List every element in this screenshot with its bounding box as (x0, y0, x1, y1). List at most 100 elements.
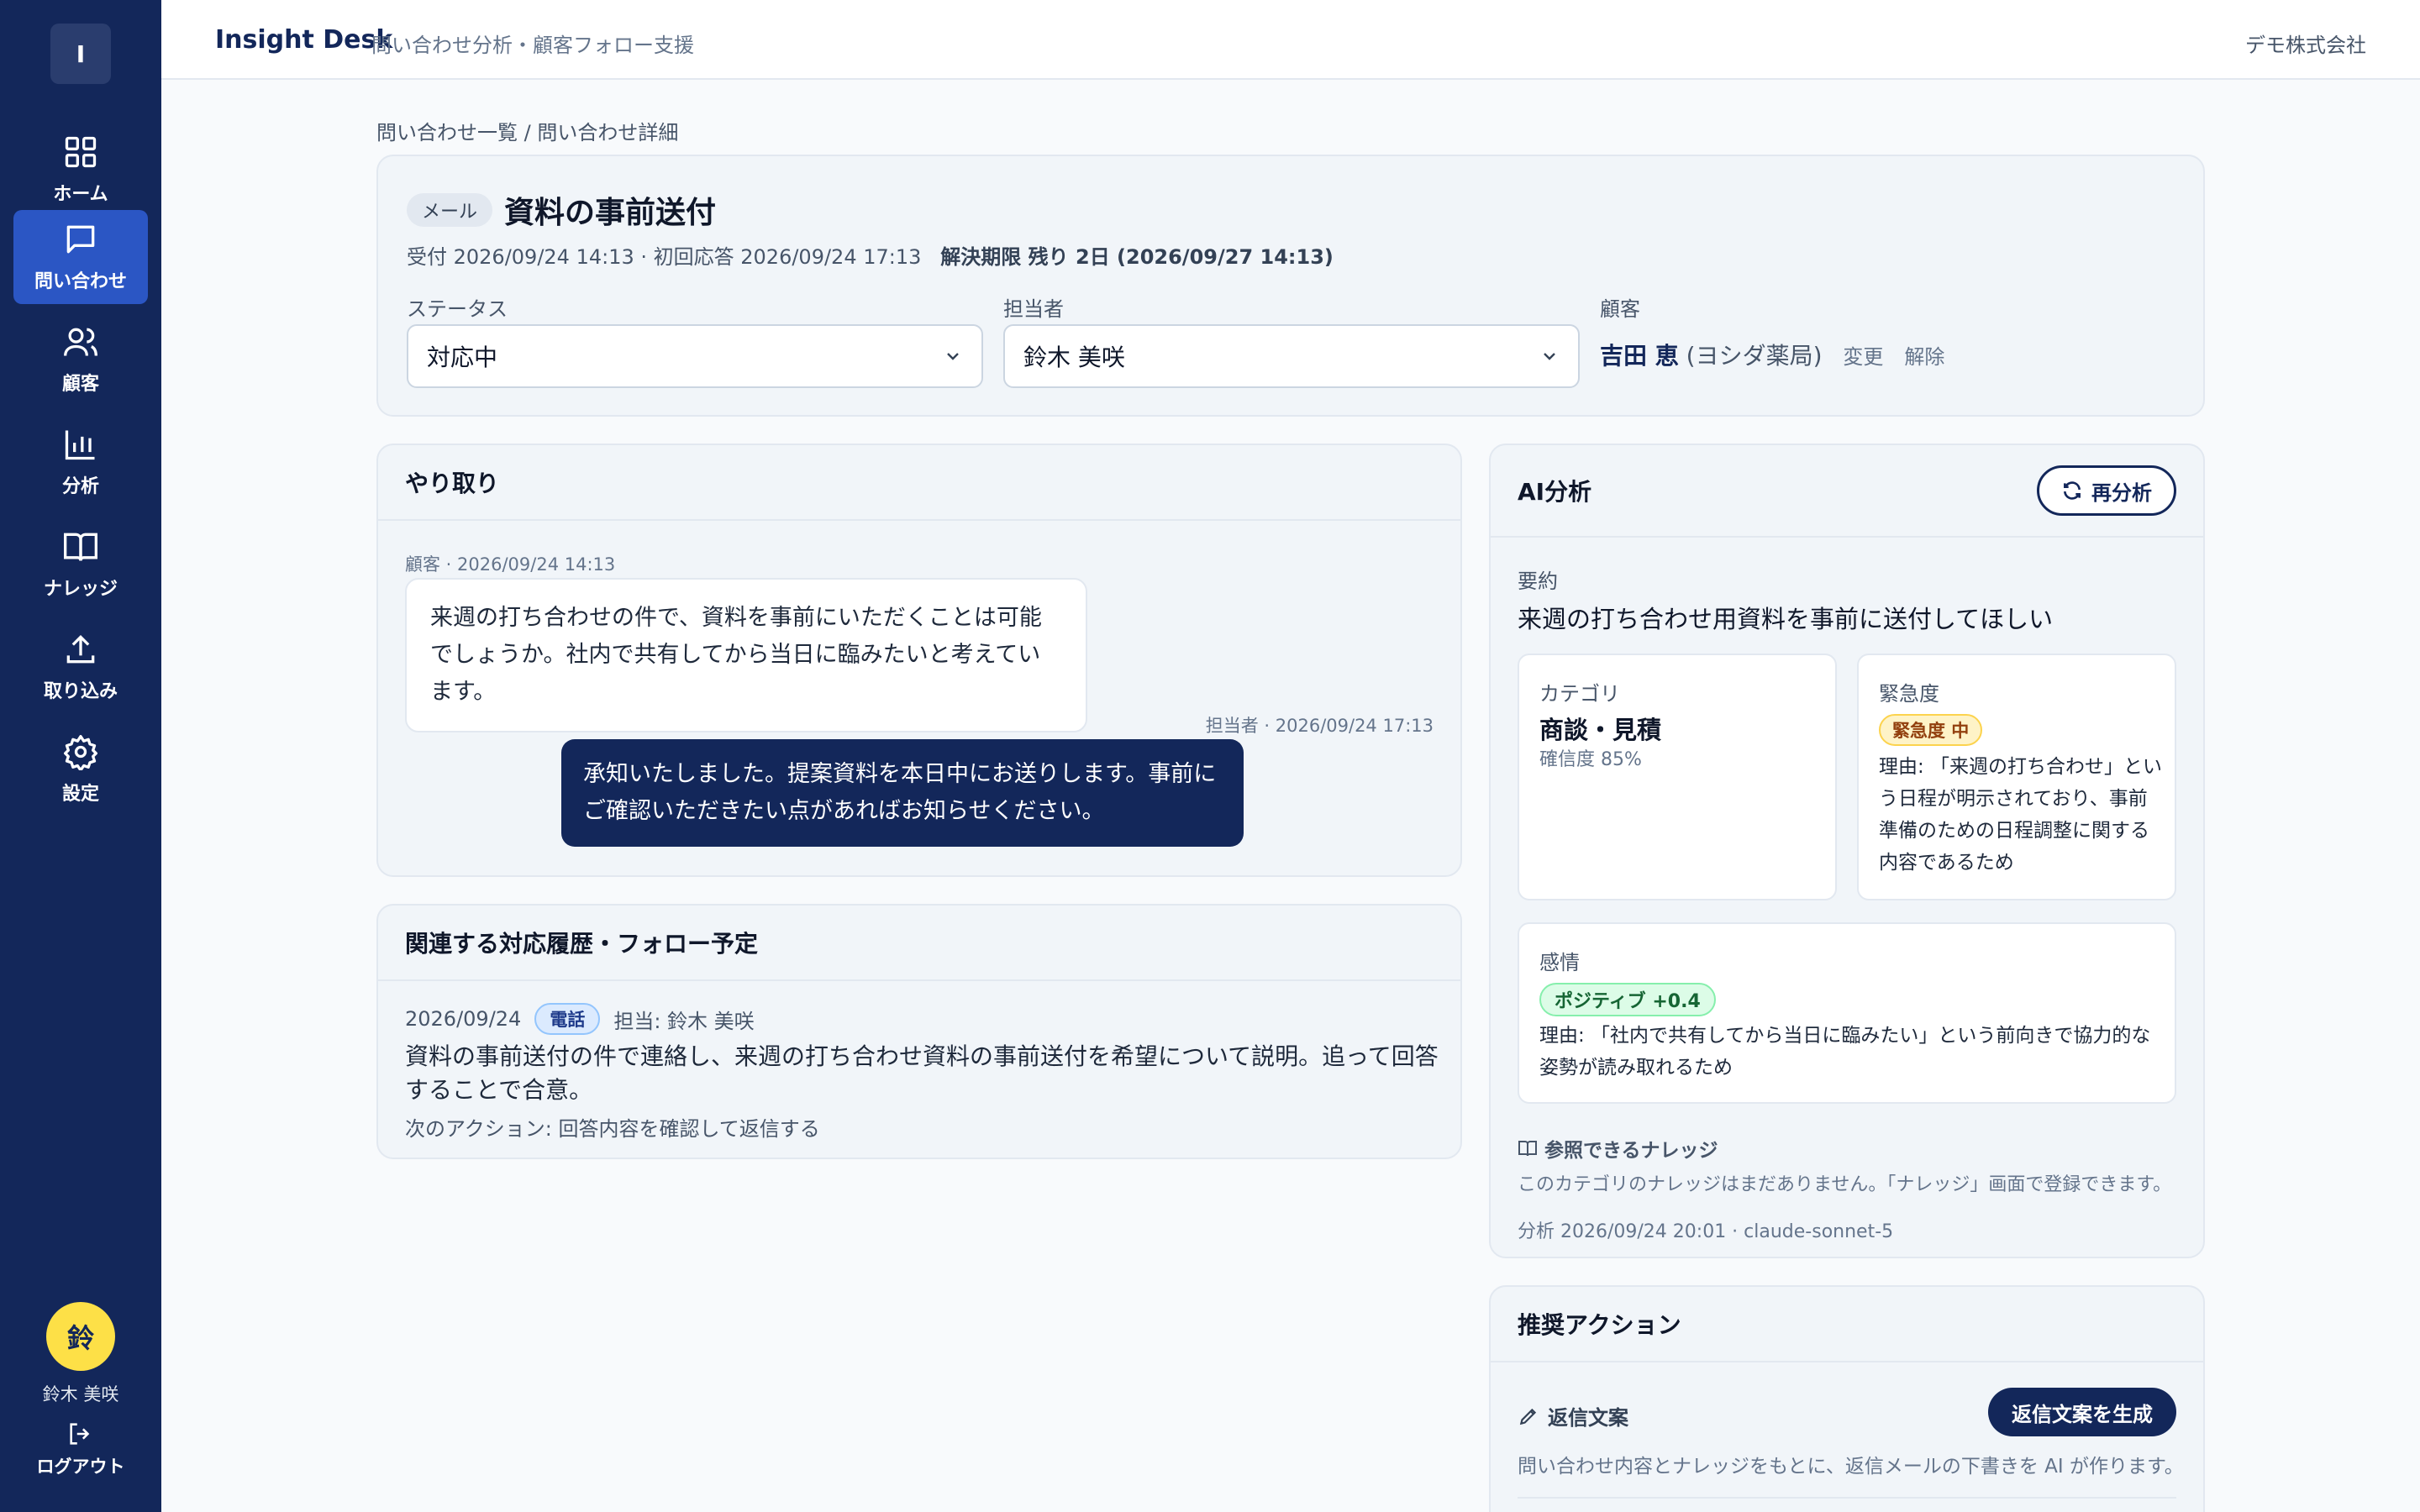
deadline-meta: 解決期限 残り 2日 (2026/09/27 14:13) (940, 245, 1334, 269)
chevron-down-icon (947, 353, 959, 360)
nav-label: 取り込み (43, 681, 118, 702)
ai-analysis-card: AI分析 再分析 要約 来週の打ち合わせ用資料を事前に送付してほしい カテゴリ … (1489, 444, 2205, 1258)
brand-name[interactable]: Insight Desk (215, 25, 392, 55)
conversation-title: やり取り (378, 445, 1460, 521)
channel-tag: メール (407, 193, 493, 227)
book-icon (64, 533, 97, 561)
book-icon (1518, 1141, 1537, 1157)
category-confidence: 確信度 85% (1539, 749, 1642, 770)
assignee-label: 担当者 (1003, 297, 1064, 321)
recommend-head: 推奨アクション (1491, 1287, 2203, 1362)
sentiment-box: 感情 ポジティブ +0.4 理由: 「社内で共有してから当日に臨みたい」という前… (1518, 922, 2176, 1104)
history-meta: 2026/09/24 電話 担当: 鈴木 美咲 (405, 1003, 755, 1035)
received-meta: 受付 2026/09/24 14:13 · 初回応答 2026/09/24 17… (407, 245, 922, 269)
urgency-box: 緊急度 緊急度 中 理由: 「来週の打ち合わせ」という日程が明示されており、事前… (1857, 654, 2176, 900)
history-next-action: 次のアクション: 回答内容を確認して返信する (405, 1117, 820, 1141)
sidebar: I ホーム 問い合わせ 顧客 分析 ナレッジ 取り込み 設定 鈴 鈴木 美咲 ロ… (0, 0, 161, 1512)
reanalyze-button[interactable]: 再分析 (2037, 465, 2176, 516)
nav-label: ホーム (53, 184, 108, 205)
category-value: 商談・見積 (1539, 716, 1662, 744)
nav-settings[interactable]: 設定 (13, 722, 148, 816)
customer-message: 来週の打ち合わせの件で、資料を事前にいただくことは可能でしょうか。社内で共有して… (405, 578, 1087, 732)
grid-icon (65, 136, 97, 168)
category-label: カテゴリ (1539, 682, 1620, 706)
customer-label: 顧客 (1600, 297, 1640, 321)
history-type-tag: 電話 (534, 1003, 601, 1035)
history-card: 関連する対応履歴・フォロー予定 2026/09/24 電話 担当: 鈴木 美咲 … (376, 904, 1462, 1159)
conversation-title-text: やり取り (405, 470, 500, 497)
brand-subtitle: 問い合わせ分析・顧客フォロー支援 (371, 34, 694, 57)
nav-home[interactable]: ホーム (13, 123, 148, 217)
message-meta: 顧客 · 2026/09/24 14:13 (405, 554, 616, 575)
logout-button[interactable]: ログアウト (0, 1420, 161, 1478)
customer-change-link[interactable]: 変更 (1843, 345, 1883, 369)
recommend-title: 推奨アクション (1518, 1311, 1681, 1339)
reply-label: 返信文案 (1518, 1401, 1628, 1431)
message-meta: 担当者 · 2026/09/24 17:13 (1205, 716, 1434, 736)
generate-reply-button[interactable]: 返信文案を生成 (1988, 1388, 2176, 1436)
status-value: 対応中 (427, 344, 498, 371)
nav-customers[interactable]: 顧客 (13, 312, 148, 407)
chevron-down-icon (1544, 353, 1555, 360)
nav-label: 問い合わせ (34, 271, 127, 292)
reply-description: 問い合わせ内容とナレッジをもとに、返信メールの下書きを AI が作ります。 (1518, 1456, 2184, 1478)
reply-label-text: 返信文案 (1548, 1406, 1628, 1430)
knowledge-title: 参照できるナレッジ (1518, 1134, 1718, 1163)
urgency-label: 緊急度 (1879, 682, 1939, 706)
assignee-select[interactable]: 鈴木 美咲 (1003, 324, 1580, 388)
users-icon (64, 328, 97, 356)
divider (1518, 1497, 2176, 1499)
customer-name[interactable]: 吉田 恵 (1600, 342, 1679, 370)
nav-import[interactable]: 取り込み (13, 620, 148, 714)
history-date: 2026/09/24 (405, 1007, 522, 1031)
breadcrumb[interactable]: 問い合わせ一覧 / 問い合わせ詳細 (376, 116, 678, 145)
top-header: Insight Desk 問い合わせ分析・顧客フォロー支援 デモ株式会社 (161, 0, 2420, 80)
customer-remove-link[interactable]: 解除 (1904, 345, 1944, 369)
ai-analysis-title: AI分析 (1518, 478, 1592, 506)
history-assignee: 担当: 鈴木 美咲 (613, 1009, 755, 1033)
status-label: ステータス (407, 297, 508, 321)
avatar[interactable]: 鈴 (46, 1302, 115, 1371)
nav-label: 分析 (61, 476, 99, 497)
reanalyze-label: 再分析 (2091, 480, 2152, 505)
sentiment-label: 感情 (1539, 951, 1580, 974)
history-title: 関連する対応履歴・フォロー予定 (378, 906, 1460, 981)
chat-icon (66, 225, 95, 254)
sentiment-reason: 理由: 「社内で共有してから当日に臨みたい」という前向きで協力的な姿勢が読み取れ… (1539, 1025, 2151, 1079)
staff-message: 承知いたしました。提案資料を本日中にお送りします。事前にご確認いただきたい点があ… (561, 739, 1244, 847)
nav-label: 顧客 (61, 374, 99, 395)
sentiment-badge: ポジティブ +0.4 (1539, 983, 1716, 1016)
knowledge-text: このカテゴリのナレッジはまだありません。「ナレッジ」画面で登録できます。 (1518, 1174, 2172, 1195)
refresh-icon (2064, 481, 2081, 500)
gear-icon (64, 735, 97, 770)
summary-label: 要約 (1518, 570, 1558, 593)
status-select[interactable]: 対応中 (407, 324, 983, 388)
nav-inquiries[interactable]: 問い合わせ (13, 210, 148, 304)
app-logo[interactable]: I (50, 24, 111, 84)
urgency-badge: 緊急度 中 (1879, 714, 1983, 746)
urgency-reason: 理由: 「来週の打ち合わせ」という日程が明示されており、事前準備のための日程調整… (1879, 756, 2163, 874)
inquiry-header-card: メール 資料の事前送付 受付 2026/09/24 14:13 · 初回応答 2… (376, 155, 2205, 417)
nav-analytics[interactable]: 分析 (13, 415, 148, 509)
logout-icon (70, 1423, 90, 1445)
ai-analysis-head: AI分析 再分析 (1491, 445, 2203, 538)
history-body: 資料の事前送付の件で連絡し、来週の打ち合わせ資料の事前送付を希望について説明。追… (405, 1042, 1439, 1104)
company-name: デモ株式会社 (2245, 34, 2366, 57)
knowledge-title-text: 参照できるナレッジ (1544, 1140, 1718, 1162)
history-title-text: 関連する対応履歴・フォロー予定 (405, 930, 759, 958)
inquiry-meta: 受付 2026/09/24 14:13 · 初回応答 2026/09/24 17… (407, 240, 1334, 270)
category-box: カテゴリ 商談・見積 確信度 85% (1518, 654, 1837, 900)
customer-org: (ヨシダ薬局) (1686, 342, 1823, 370)
user-name: 鈴木 美咲 (42, 1384, 119, 1404)
conversation-card: やり取り 顧客 · 2026/09/24 14:13 来週の打ち合わせの件で、資… (376, 444, 1462, 877)
pencil-icon (1519, 1408, 1537, 1425)
customer-info: 吉田 恵 (ヨシダ薬局) 変更 解除 (1600, 338, 1944, 371)
nav-knowledge[interactable]: ナレッジ (13, 517, 148, 612)
assignee-value: 鈴木 美咲 (1023, 344, 1125, 371)
bar-chart-icon (65, 430, 95, 460)
nav-label: ナレッジ (43, 579, 118, 600)
recommend-card: 推奨アクション 返信文案 返信文案を生成 問い合わせ内容とナレッジをもとに、返信… (1489, 1285, 2205, 1512)
upload-icon (66, 634, 95, 664)
summary-text: 来週の打ち合わせ用資料を事前に送付してほしい (1518, 605, 2054, 633)
page-title: 資料の事前送付 (504, 196, 717, 230)
